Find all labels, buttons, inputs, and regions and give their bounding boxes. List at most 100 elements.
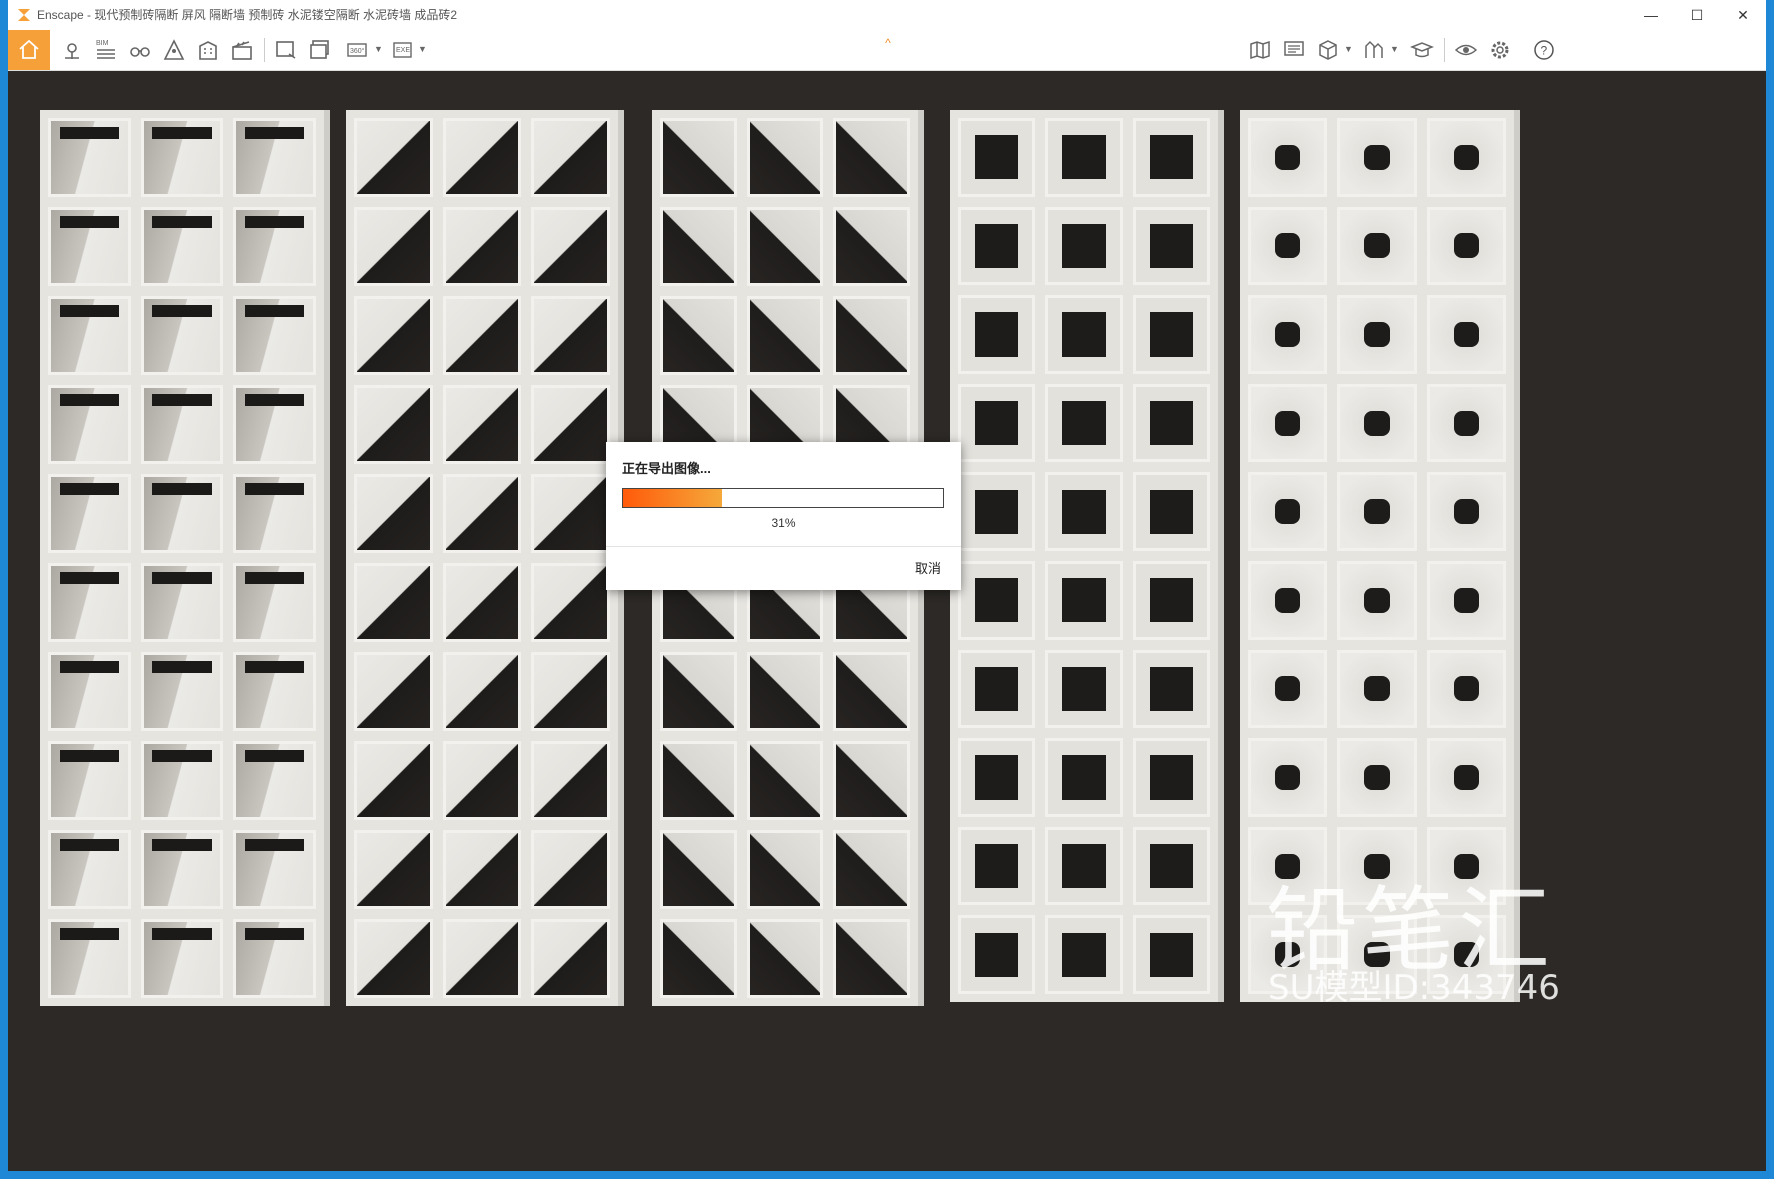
block-cell [1045, 383, 1123, 463]
settings-button[interactable] [1484, 34, 1516, 66]
block-cell [442, 207, 522, 286]
block-cell [833, 207, 910, 286]
upload-button[interactable] [1278, 34, 1310, 66]
block-cell [746, 118, 824, 197]
help-button[interactable]: ? [1528, 34, 1560, 66]
block-cell [354, 474, 433, 553]
location-pin-icon [65, 43, 79, 59]
block-cell [833, 296, 910, 375]
block-cell [354, 741, 433, 820]
block-cell [746, 919, 824, 998]
export-exe-button[interactable]: EXE [388, 34, 420, 66]
render-image-button[interactable] [270, 34, 302, 66]
block-cell [140, 830, 224, 909]
sync-button[interactable] [192, 34, 224, 66]
block-cell [442, 919, 522, 998]
block-cell [1248, 738, 1328, 817]
panorama-dropdown-icon[interactable]: ▼ [374, 44, 383, 54]
asset-dropdown-icon[interactable]: ▼ [1390, 44, 1399, 54]
block-cell [1045, 206, 1123, 286]
svg-text:BIM: BIM [96, 40, 109, 47]
block-cell [48, 296, 131, 375]
views-button[interactable] [56, 34, 88, 66]
title-bar[interactable]: Enscape - 现代预制砖隔断 屏风 隔断墙 预制砖 水泥镂空隔断 水泥砖墙… [8, 0, 1766, 30]
block-cell [1426, 649, 1506, 729]
person-view-icon [163, 39, 185, 60]
collaboration-button[interactable] [1312, 34, 1344, 66]
toolbar-separator [1444, 38, 1445, 62]
map-icon [1250, 40, 1270, 60]
block-cell [660, 741, 737, 820]
svg-text:?: ? [1541, 44, 1548, 58]
breeze-block-panel-2 [346, 110, 618, 1006]
block-cell [833, 830, 910, 909]
maximize-button[interactable]: ☐ [1674, 0, 1720, 30]
block-cell [1132, 206, 1210, 286]
visual-settings-button[interactable] [1450, 34, 1482, 66]
collapse-toolbar-button[interactable]: ^ [878, 36, 898, 50]
asset-library-icon [1365, 40, 1383, 58]
close-button[interactable]: ✕ [1720, 0, 1766, 30]
block-cell [1337, 560, 1417, 640]
collaboration-dropdown-icon[interactable]: ▼ [1344, 44, 1353, 54]
block-cell [233, 830, 316, 909]
learning-button[interactable] [1406, 34, 1438, 66]
bim-button[interactable]: BIM [90, 34, 122, 66]
block-cell [958, 472, 1036, 551]
asset-library-button[interactable] [1358, 34, 1390, 66]
home-icon [19, 39, 39, 59]
block-cell [958, 383, 1036, 463]
render-viewport[interactable]: 铅笔汇 SU模型ID:343746 [8, 70, 1766, 1171]
block-cell [1132, 915, 1210, 994]
panorama-button[interactable]: 360° [342, 34, 374, 66]
block-cell [1248, 560, 1328, 640]
eye-icon [1454, 44, 1478, 56]
map-button[interactable] [1244, 34, 1276, 66]
block-cell [746, 296, 824, 375]
help-icon: ? [1534, 40, 1554, 60]
block-cell [958, 206, 1036, 286]
block-cell [140, 207, 224, 286]
cancel-button[interactable]: 取消 [915, 558, 941, 577]
block-cell [1426, 206, 1506, 286]
dialog-divider [606, 546, 961, 547]
dialog-title: 正在导出图像... [622, 461, 711, 476]
minimize-button[interactable]: — [1628, 0, 1674, 30]
building-icon [199, 41, 217, 60]
block-cell [140, 474, 224, 553]
walk-mode-button[interactable] [124, 34, 156, 66]
batch-render-button[interactable] [304, 34, 336, 66]
block-cell [1045, 826, 1123, 906]
block-cell [1337, 295, 1417, 374]
block-cell [1337, 472, 1417, 551]
exe-export-icon: EXE [393, 42, 412, 58]
block-cell [233, 741, 316, 820]
settings-gear-icon [1491, 41, 1509, 59]
presentation-icon [1284, 41, 1304, 56]
home-button[interactable] [8, 30, 50, 70]
block-cell [958, 738, 1036, 817]
view-mode-button[interactable] [158, 34, 190, 66]
block-cell [833, 919, 910, 998]
block-cell [442, 741, 522, 820]
export-dropdown-icon[interactable]: ▼ [418, 44, 427, 54]
block-cell [354, 207, 433, 286]
block-cell [140, 118, 224, 197]
block-cell [233, 296, 316, 375]
block-cell [1045, 915, 1123, 994]
block-cell [442, 118, 522, 197]
block-cell [1045, 472, 1123, 551]
block-cell [1426, 118, 1506, 197]
enscape-logo-icon [18, 9, 30, 21]
block-cell [531, 652, 610, 731]
block-cell [1426, 560, 1506, 640]
video-editor-button[interactable] [226, 34, 258, 66]
progress-bar [622, 488, 944, 508]
block-cell [531, 741, 610, 820]
block-cell [833, 741, 910, 820]
graduation-cap-icon [1410, 42, 1434, 58]
block-cell [442, 474, 522, 553]
block-cell [233, 207, 316, 286]
block-cell [1248, 295, 1328, 374]
block-cell [442, 563, 522, 642]
